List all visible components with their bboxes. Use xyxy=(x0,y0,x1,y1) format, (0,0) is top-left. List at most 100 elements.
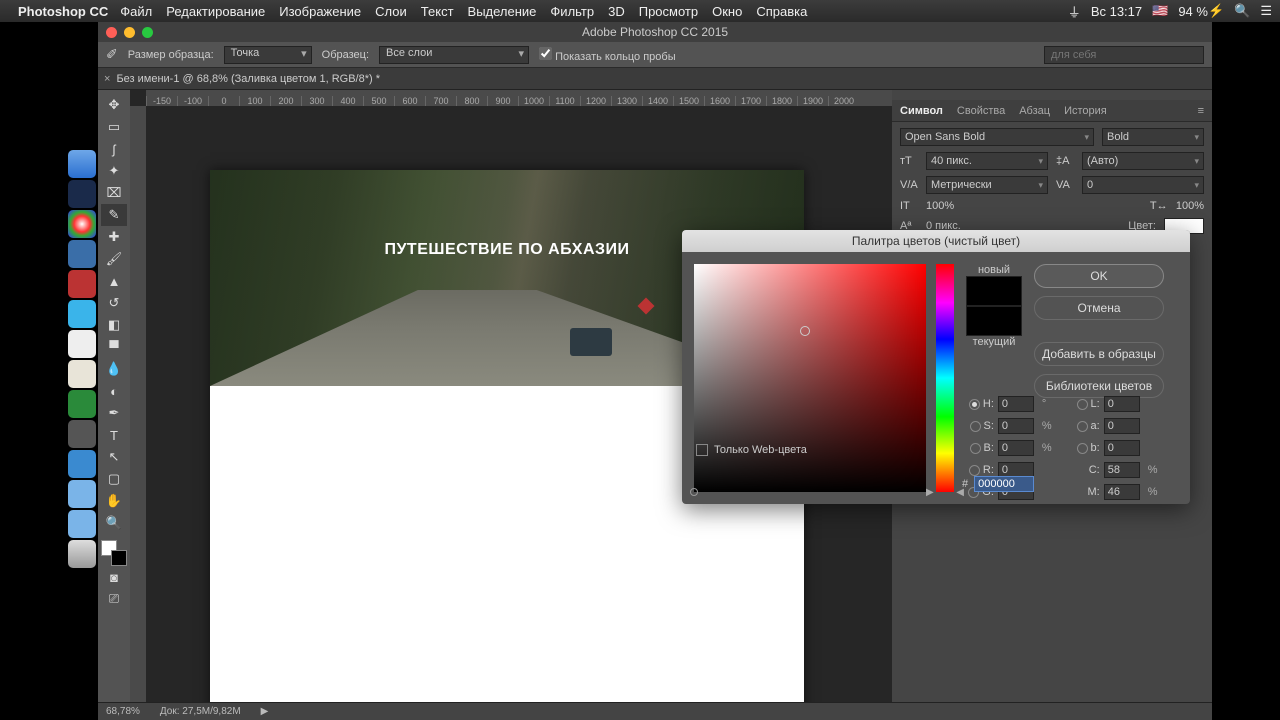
menu-view[interactable]: Просмотр xyxy=(639,4,698,19)
leading-field[interactable]: (Авто) xyxy=(1082,152,1204,170)
pen-tool[interactable]: ✒ xyxy=(101,402,127,424)
color-libs-button[interactable]: Библиотеки цветов xyxy=(1034,374,1164,398)
color-picker-dialog[interactable]: Палитра цветов (чистый цвет) новый текущ… xyxy=(682,230,1190,504)
window-titlebar[interactable]: Adobe Photoshop CC 2015 xyxy=(98,22,1212,42)
magic-wand-tool[interactable]: ✦ xyxy=(101,160,127,182)
dock-chrome-icon[interactable] xyxy=(68,210,96,238)
crop-tool[interactable]: ⌧ xyxy=(101,182,127,204)
tab-close-icon[interactable]: × xyxy=(104,73,110,85)
listview-icon[interactable]: ☰ xyxy=(1260,3,1272,19)
screenmode-tool[interactable]: ⎚ xyxy=(101,588,127,610)
c-field[interactable] xyxy=(1104,462,1140,478)
rectangle-tool[interactable]: ▢ xyxy=(101,468,127,490)
r-radio[interactable] xyxy=(969,465,980,476)
hand-tool[interactable]: ✋ xyxy=(101,490,127,512)
ok-button[interactable]: OK xyxy=(1034,264,1164,288)
dock-trash-icon[interactable] xyxy=(68,540,96,568)
clock[interactable]: Вс 13:17 xyxy=(1091,4,1142,19)
add-swatch-button[interactable]: Добавить в образцы xyxy=(1034,342,1164,366)
menu-select[interactable]: Выделение xyxy=(468,4,537,19)
h-field[interactable] xyxy=(998,396,1034,412)
bv-radio[interactable] xyxy=(970,443,981,454)
picker-title[interactable]: Палитра цветов (чистый цвет) xyxy=(682,230,1190,252)
font-size-field[interactable]: 40 пикс. xyxy=(926,152,1048,170)
menu-window[interactable]: Окно xyxy=(712,4,742,19)
type-tool[interactable]: T xyxy=(101,424,127,446)
sample-select[interactable]: Все слои xyxy=(379,46,529,64)
tracking-field[interactable]: 0 xyxy=(1082,176,1204,194)
bv-field[interactable] xyxy=(998,440,1034,456)
history-brush-tool[interactable]: ↺ xyxy=(101,292,127,314)
dock-skype-icon[interactable] xyxy=(68,300,96,328)
eyedropper-tool[interactable]: ✎ xyxy=(101,204,127,226)
dock-settings-icon[interactable] xyxy=(68,420,96,448)
document-tab[interactable]: Без имени-1 @ 68,8% (Заливка цветом 1, R… xyxy=(116,73,380,85)
l-field[interactable] xyxy=(1104,396,1140,412)
menu-filter[interactable]: Фильтр xyxy=(550,4,594,19)
tab-character[interactable]: Символ xyxy=(900,105,943,117)
dock-photoshop-icon[interactable] xyxy=(68,180,96,208)
lb-radio[interactable] xyxy=(1077,443,1088,454)
cancel-button[interactable]: Отмена xyxy=(1034,296,1164,320)
path-select-tool[interactable]: ↖ xyxy=(101,446,127,468)
gradient-tool[interactable]: ▀ xyxy=(101,336,127,358)
brush-tool[interactable]: 🖌 xyxy=(101,248,127,270)
dodge-tool[interactable]: ◐ xyxy=(101,380,127,402)
dock-app2-icon[interactable] xyxy=(68,390,96,418)
move-tool[interactable]: ✥ xyxy=(101,94,127,116)
dock-notes-icon[interactable] xyxy=(68,360,96,388)
tab-properties[interactable]: Свойства xyxy=(957,105,1005,117)
wifi-icon[interactable]: ⏚ xyxy=(1068,2,1081,21)
sample-size-select[interactable]: Точка xyxy=(224,46,312,64)
lasso-tool[interactable]: ʃ xyxy=(101,138,127,160)
hex-field[interactable] xyxy=(974,476,1034,492)
dock-app3-icon[interactable] xyxy=(68,450,96,478)
menu-file[interactable]: Файл xyxy=(120,4,152,19)
sv-box[interactable] xyxy=(694,264,926,492)
zoom-level[interactable]: 68,78% xyxy=(106,706,140,717)
color-swatches[interactable] xyxy=(101,540,127,566)
sv-cursor[interactable] xyxy=(800,326,810,336)
dock-finder-icon[interactable] xyxy=(68,150,96,178)
menu-type[interactable]: Текст xyxy=(421,4,454,19)
healing-tool[interactable]: ✚ xyxy=(101,226,127,248)
s-radio[interactable] xyxy=(970,421,981,432)
doc-size[interactable]: Док: 27,5M/9,82M xyxy=(160,706,241,717)
lb-field[interactable] xyxy=(1104,440,1140,456)
eraser-tool[interactable]: ◧ xyxy=(101,314,127,336)
menu-layers[interactable]: Слои xyxy=(375,4,407,19)
l-radio[interactable] xyxy=(1077,399,1088,410)
blur-tool[interactable]: 💧 xyxy=(101,358,127,380)
menu-edit[interactable]: Редактирование xyxy=(166,4,265,19)
m-field[interactable] xyxy=(1104,484,1140,500)
font-family-select[interactable]: Open Sans Bold xyxy=(900,128,1094,146)
hue-slider[interactable] xyxy=(936,264,954,492)
show-ring-checkbox[interactable]: Показать кольцо пробы xyxy=(539,47,676,63)
status-arrow-icon[interactable]: ▶ xyxy=(261,706,269,717)
marquee-tool[interactable]: ▭ xyxy=(101,116,127,138)
dock-app-icon[interactable] xyxy=(68,240,96,268)
eyedropper-tool-icon[interactable]: ✐ xyxy=(106,46,118,63)
tab-history[interactable]: История xyxy=(1064,105,1107,117)
dock-filezilla-icon[interactable] xyxy=(68,270,96,298)
stamp-tool[interactable]: ▲ xyxy=(101,270,127,292)
dock-folder2-icon[interactable] xyxy=(68,510,96,538)
menu-help[interactable]: Справка xyxy=(756,4,807,19)
a-field[interactable] xyxy=(1104,418,1140,434)
tab-paragraph[interactable]: Абзац xyxy=(1019,105,1050,117)
menu-3d[interactable]: 3D xyxy=(608,4,625,19)
quickmask-tool[interactable]: ◙ xyxy=(101,566,127,588)
vscale-value[interactable]: 100% xyxy=(926,200,954,212)
kerning-field[interactable]: Метрически xyxy=(926,176,1048,194)
current-color-swatch[interactable] xyxy=(966,306,1022,336)
dock-folder-icon[interactable] xyxy=(68,480,96,508)
dock-textedit-icon[interactable] xyxy=(68,330,96,358)
hscale-value[interactable]: 100% xyxy=(1176,200,1204,212)
spotlight-icon[interactable]: 🔍 xyxy=(1234,3,1250,19)
bg-color[interactable] xyxy=(111,550,127,566)
app-name[interactable]: Photoshop CC xyxy=(18,4,108,19)
h-radio[interactable] xyxy=(969,399,980,410)
menu-image[interactable]: Изображение xyxy=(279,4,361,19)
panel-menu-icon[interactable]: ≡ xyxy=(1198,105,1204,117)
web-only-row[interactable]: Только Web-цвета xyxy=(696,444,807,456)
